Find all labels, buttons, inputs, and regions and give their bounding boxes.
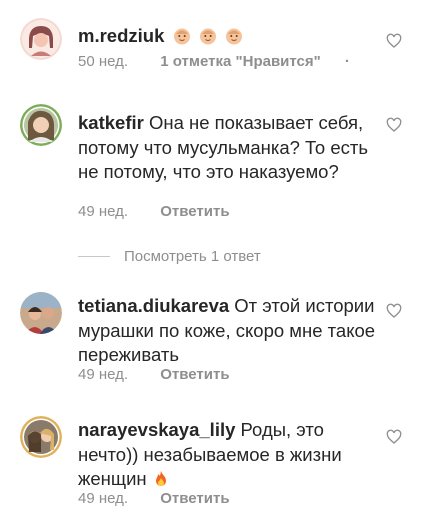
more-options[interactable]: ·	[345, 53, 350, 70]
comment-body: katkefir Она не показывает себя, потому …	[78, 111, 378, 185]
comment-username[interactable]: katkefir	[78, 112, 144, 133]
avatar-image	[20, 18, 62, 60]
like-heart-icon[interactable]	[386, 429, 402, 445]
avatar[interactable]	[20, 416, 62, 458]
like-heart-icon[interactable]	[386, 303, 402, 319]
reply-button[interactable]: Ответить	[160, 203, 229, 220]
view-replies-button[interactable]: Посмотреть 1 ответ	[78, 246, 261, 266]
comment-meta: 49 нед. Ответить	[78, 490, 230, 507]
comment-meta: 49 нед. Ответить	[78, 366, 230, 383]
comment-time: 49 нед.	[78, 366, 129, 383]
comment-time: 50 нед.	[78, 53, 129, 70]
reply-button[interactable]: Ответить	[160, 366, 229, 383]
view-replies-label: Посмотреть 1 ответ	[124, 247, 261, 265]
avatar-image	[20, 416, 62, 458]
comment-time: 49 нед.	[78, 490, 129, 507]
comment-body: tetiana.diukareva От этой истории мурашк…	[78, 294, 378, 368]
baby-face-emoji	[225, 28, 242, 45]
comment-body: m.redziuk	[78, 24, 378, 49]
divider-line	[78, 255, 110, 257]
avatar[interactable]	[20, 18, 62, 60]
comment-meta: 50 нед. 1 отметка "Нравится" ·	[78, 53, 350, 70]
avatar-image	[20, 104, 62, 146]
baby-face-emoji	[199, 28, 216, 45]
avatar-image	[20, 292, 62, 334]
like-heart-icon[interactable]	[386, 117, 402, 133]
fire-emoji	[155, 471, 166, 486]
likes-count[interactable]: 1 отметка "Нравится"	[160, 53, 321, 70]
comment-body: narayevskaya_lily Роды, это нечто)) неза…	[78, 418, 378, 492]
comment-username[interactable]: narayevskaya_lily	[78, 419, 235, 440]
comment-meta: 49 нед. Ответить	[78, 203, 230, 220]
baby-face-emoji	[173, 28, 190, 45]
reply-button[interactable]: Ответить	[160, 490, 229, 507]
avatar[interactable]	[20, 292, 62, 334]
comment-username[interactable]: m.redziuk	[78, 25, 164, 46]
comment-username[interactable]: tetiana.diukareva	[78, 295, 229, 316]
avatar[interactable]	[20, 104, 62, 146]
like-heart-icon[interactable]	[386, 33, 402, 49]
comment-time: 49 нед.	[78, 203, 129, 220]
